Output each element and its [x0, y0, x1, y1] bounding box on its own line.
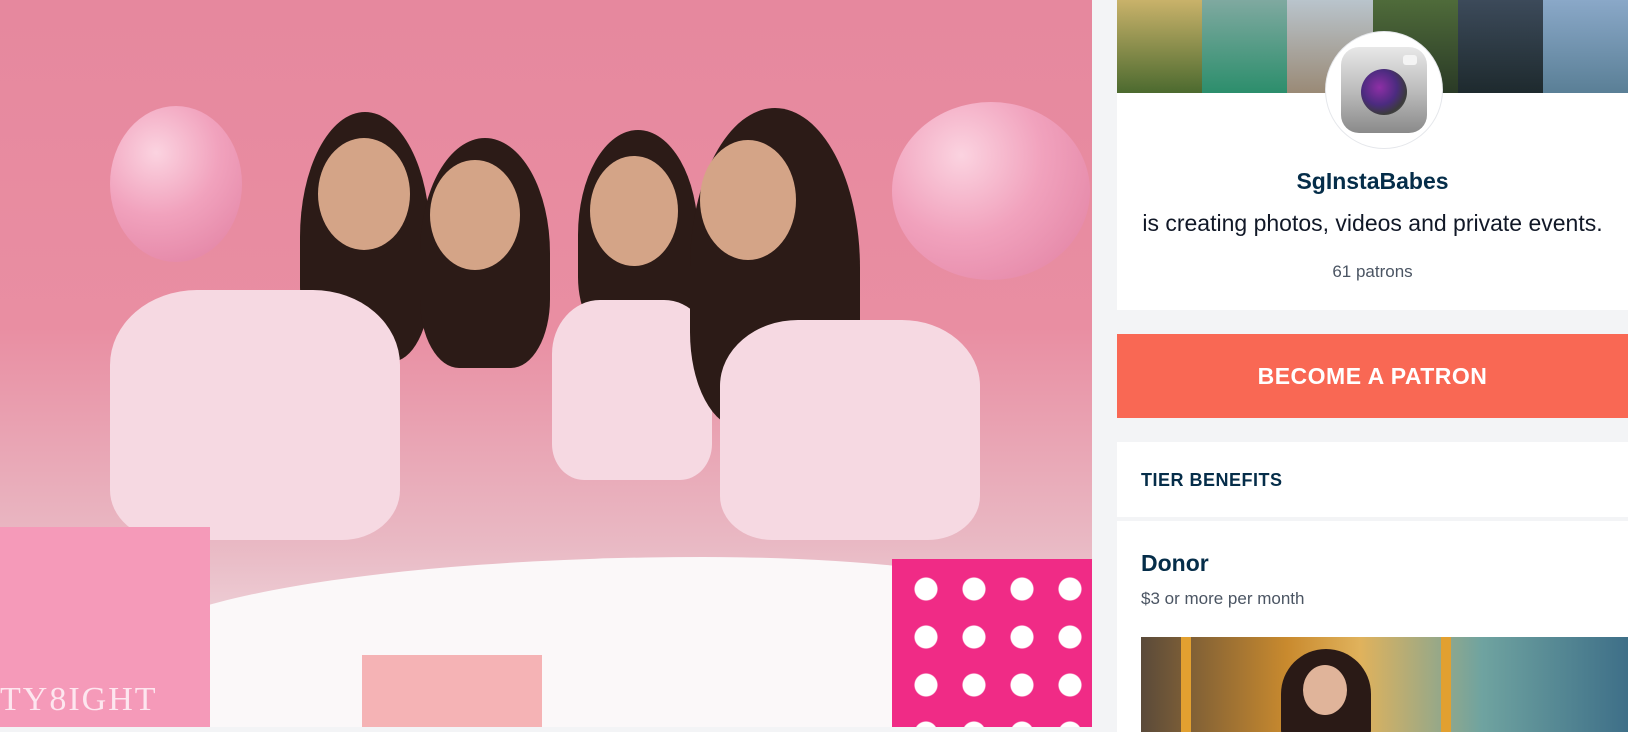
hero-photo: TY8IGHT: [0, 0, 1092, 727]
become-patron-button[interactable]: BECOME A PATRON: [1117, 334, 1628, 418]
cover-tile: [1202, 0, 1288, 93]
balloon-left: [110, 106, 242, 262]
tier-image-bar: [1441, 637, 1451, 732]
camera-lens: [1361, 69, 1407, 115]
balloon-right: [892, 102, 1090, 280]
person-4-dress: [720, 320, 980, 540]
creator-avatar[interactable]: [1326, 32, 1442, 148]
tier-image: [1141, 637, 1628, 732]
person-1-dress: [110, 290, 400, 540]
bag-brand-text: TY8IGHT: [0, 681, 158, 718]
tier-benefits-title: TIER BENEFITS: [1141, 470, 1283, 490]
gift-box: [362, 655, 542, 727]
shopping-bag-right: [892, 559, 1092, 727]
creator-description: is creating photos, videos and private e…: [1142, 210, 1603, 236]
creator-name[interactable]: SgInstaBabes: [1117, 168, 1628, 195]
person-1-face: [318, 138, 410, 250]
cover-tile: [1117, 0, 1203, 93]
cover-tile: [1457, 0, 1543, 93]
camera-flash: [1403, 55, 1417, 65]
tier-name: Donor: [1141, 550, 1209, 576]
tier-image-bar: [1181, 637, 1191, 732]
person-2-face: [430, 160, 520, 270]
patron-count: 61 patrons: [1332, 262, 1413, 281]
tier-image-face: [1303, 665, 1347, 715]
person-3-dress: [552, 300, 712, 480]
instagram-camera-icon: [1341, 47, 1427, 133]
person-4-face: [700, 140, 796, 260]
tier-price: $3 or more per month: [1141, 589, 1305, 608]
person-3-face: [590, 156, 678, 266]
cover-tile: [1542, 0, 1628, 93]
